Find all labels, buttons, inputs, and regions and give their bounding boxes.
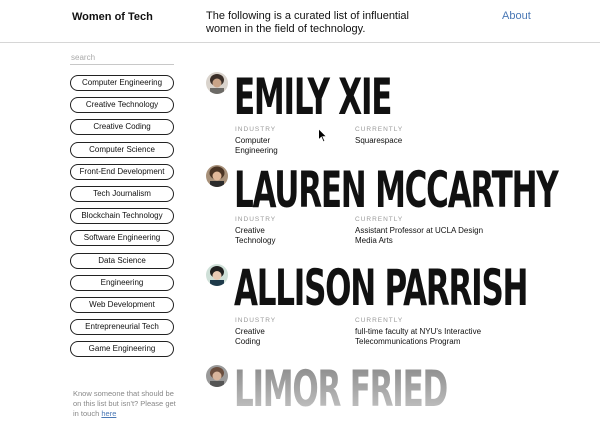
- person-name[interactable]: ALLISON PARRISH: [234, 261, 529, 315]
- filter-blockchain-technology[interactable]: Blockchain Technology: [70, 208, 174, 225]
- industry-label: INDUSTRY: [235, 216, 277, 223]
- filter-creative-technology[interactable]: Creative Technology: [70, 97, 174, 114]
- filter-engineering[interactable]: Engineering: [70, 274, 174, 291]
- filter-software-engineering[interactable]: Software Engineering: [70, 230, 174, 247]
- site-title[interactable]: Women of Tech: [72, 11, 153, 23]
- filter-web-development[interactable]: Web Development: [70, 296, 174, 313]
- arrow-cursor-icon: [318, 127, 329, 148]
- search-input[interactable]: [70, 50, 174, 65]
- filter-game-engineering[interactable]: Game Engineering: [70, 341, 174, 358]
- industry-value: Creative Technology: [235, 226, 276, 245]
- currently-block: CURRENTLY Assistant Professor at UCLA De…: [355, 216, 495, 246]
- sidebar: Computer Engineering Creative Technology…: [70, 50, 174, 363]
- industry-value: Creative Coding: [235, 327, 265, 346]
- person-name[interactable]: EMILY XIE: [234, 70, 392, 124]
- person-name[interactable]: LIMOR FRIED: [234, 362, 448, 416]
- currently-block: CURRENTLY Squarespace: [355, 126, 495, 146]
- currently-label: CURRENTLY: [355, 317, 404, 324]
- currently-value: full-time faculty at NYU's Interactive T…: [355, 327, 482, 346]
- currently-value: Squarespace: [355, 136, 403, 145]
- industry-block: INDUSTRY Computer Engineering: [235, 126, 278, 156]
- suggest-note-text: Know someone that should be on this list…: [73, 389, 176, 418]
- intro-text: The following is a curated list of influ…: [206, 10, 409, 35]
- filter-front-end-development[interactable]: Front-End Development: [70, 163, 174, 180]
- filter-tech-journalism[interactable]: Tech Journalism: [70, 185, 174, 202]
- page-header: Women of Tech The following is a curated…: [0, 0, 600, 43]
- industry-label: INDUSTRY: [235, 126, 277, 133]
- avatar[interactable]: [206, 264, 228, 286]
- currently-value: Assistant Professor at UCLA Design Media…: [355, 226, 484, 245]
- industry-label: INDUSTRY: [235, 317, 277, 324]
- filter-computer-science[interactable]: Computer Science: [70, 141, 174, 158]
- currently-label: CURRENTLY: [355, 126, 404, 133]
- filter-computer-engineering[interactable]: Computer Engineering: [70, 75, 174, 91]
- about-link[interactable]: About: [502, 10, 531, 22]
- filter-creative-coding[interactable]: Creative Coding: [70, 119, 174, 136]
- filter-entrepreneurial-tech[interactable]: Entrepreneurial Tech: [70, 319, 174, 336]
- industry-block: INDUSTRY Creative Technology: [235, 216, 276, 246]
- industry-block: INDUSTRY Creative Coding: [235, 317, 276, 347]
- currently-block: CURRENTLY full-time faculty at NYU's Int…: [355, 317, 495, 347]
- industry-value: Computer Engineering: [235, 136, 278, 155]
- filter-data-science[interactable]: Data Science: [70, 252, 174, 269]
- avatar[interactable]: [206, 165, 228, 187]
- avatar[interactable]: [206, 72, 228, 94]
- suggest-note: Know someone that should be on this list…: [73, 389, 183, 419]
- industry-filter-list: Computer Engineering Creative Technology…: [70, 75, 174, 358]
- person-name[interactable]: LAUREN MCCARTHY: [234, 163, 559, 217]
- contact-link[interactable]: here: [101, 409, 116, 418]
- currently-label: CURRENTLY: [355, 216, 404, 223]
- avatar[interactable]: [206, 365, 228, 387]
